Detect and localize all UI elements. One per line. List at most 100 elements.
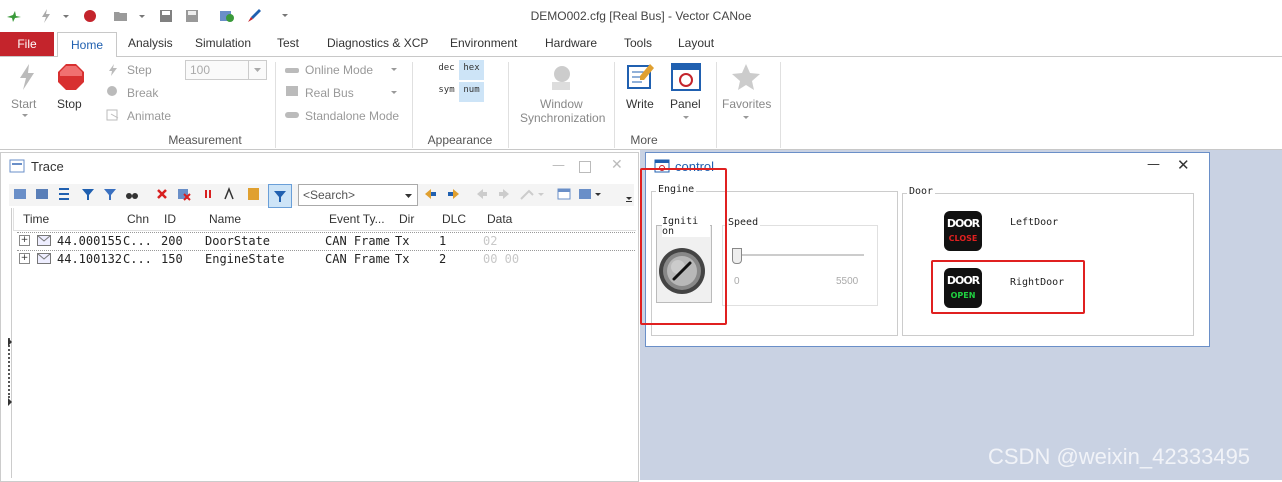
step-icon[interactable] [106,63,120,77]
ignition-highlight-box [640,168,727,325]
write-button[interactable]: Write [626,97,654,111]
timeline-icon[interactable] [57,187,71,201]
group-more-label: More [630,133,658,147]
standalone-mode-icon[interactable] [284,108,300,122]
filter-icon[interactable] [13,187,27,201]
real-bus-icon[interactable] [284,85,300,99]
chevron-down-icon[interactable] [742,115,750,121]
arrow-left-icon[interactable] [475,187,489,201]
col-header-event-type[interactable]: Event Ty... [329,212,385,226]
toolbar-overflow-icon[interactable] [625,195,633,203]
chevron-down-icon[interactable] [21,113,29,119]
cell-event-type: CAN Frame [325,252,391,266]
dec-toggle[interactable]: dec [434,60,459,80]
panel-icon[interactable] [670,62,702,92]
stop-octagon-icon[interactable] [56,62,86,92]
window-sync-label-2[interactable]: Synchronization [520,111,605,125]
tab-file[interactable]: File [0,32,54,56]
real-bus-button[interactable]: Real Bus [305,86,354,100]
binoculars-icon[interactable] [125,187,139,201]
title-bar: DEMO002.cfg [Real Bus] - Vector CANoe [0,0,1282,32]
chevron-down-icon[interactable] [390,67,398,73]
arrow-right-icon[interactable] [497,187,511,201]
message-icon [37,235,51,246]
start-lightning-icon[interactable] [14,62,40,92]
step-button[interactable]: Step [127,63,152,77]
start-button[interactable]: Start [11,97,36,111]
funnel-icon[interactable] [81,187,95,201]
trace-search-combo[interactable]: <Search> [298,184,418,206]
break-button[interactable]: Break [127,86,158,100]
tab-layout[interactable]: Layout [678,36,714,50]
maximize-button[interactable] [579,161,591,173]
speed-slider-track[interactable] [732,254,864,256]
layout-dropdown-icon[interactable] [578,187,602,201]
window-sync-label-1[interactable]: Window [540,97,583,111]
col-header-chn[interactable]: Chn [127,212,149,226]
funnel-edit-icon[interactable] [103,187,117,201]
pause-icon[interactable] [201,187,215,201]
chevron-right-icon[interactable] [8,398,13,406]
favorites-button[interactable]: Favorites [722,97,771,111]
cell-id: 200 [161,234,183,248]
break-icon[interactable] [106,85,120,99]
find-previous-icon[interactable] [423,187,437,201]
tab-home[interactable]: Home [57,32,117,58]
tab-test[interactable]: Test [277,36,299,50]
time-axis-icon[interactable] [223,187,237,201]
tab-tools[interactable]: Tools [624,36,652,50]
animate-icon[interactable] [106,108,120,122]
animate-button[interactable]: Animate [127,109,171,123]
write-icon[interactable] [626,62,656,92]
cell-time: 44.100132 [57,252,123,266]
delete-icon[interactable] [155,187,169,201]
minimize-button[interactable]: — [1147,157,1160,172]
tab-analysis[interactable]: Analysis [128,36,173,50]
tab-diagnostics-xcp[interactable]: Diagnostics & XCP [327,36,428,50]
group-appearance-label: Appearance [427,133,493,147]
tab-simulation[interactable]: Simulation [195,36,251,50]
window-icon[interactable] [557,187,571,201]
hex-toggle[interactable]: hex [459,60,484,80]
trace-header-row [13,208,636,231]
online-mode-icon[interactable] [284,63,300,77]
chevron-down-icon[interactable] [390,90,398,96]
close-button[interactable]: ✕ [611,157,623,173]
col-header-data[interactable]: Data [487,212,512,226]
speed-slider-thumb[interactable] [732,248,742,264]
col-header-dir[interactable]: Dir [399,212,414,226]
col-header-id[interactable]: ID [164,212,176,226]
favorites-star-icon[interactable] [730,62,762,92]
num-toggle[interactable]: num [459,82,484,102]
animation-speed-combo[interactable]: 100 [185,60,267,80]
export-icon[interactable] [247,187,261,201]
chevron-down-icon[interactable] [682,115,690,121]
delete-filter-icon[interactable] [177,187,191,201]
chevron-right-icon[interactable] [8,338,13,346]
col-header-time[interactable]: Time [23,212,49,226]
chevron-down-icon[interactable] [404,193,413,199]
window-sync-icon[interactable] [546,62,578,92]
columns-icon[interactable] [35,187,49,201]
left-door-indicator[interactable]: DOOR CLOSE [944,211,982,251]
sym-toggle[interactable]: sym [434,82,459,102]
highlight-toggle[interactable] [268,184,292,208]
tab-hardware[interactable]: Hardware [545,36,597,50]
close-button[interactable]: ✕ [1177,156,1190,174]
ribbon-separator [508,62,509,148]
group-measurement-label: Measurement [168,133,242,147]
tab-environment[interactable]: Environment [450,36,517,50]
watermark: CSDN @weixin_42333495 [988,444,1251,469]
col-header-dlc[interactable]: DLC [442,212,466,226]
marker-dropdown-icon[interactable] [519,187,545,201]
online-mode-button[interactable]: Online Mode [305,63,373,77]
ribbon-separator [780,62,781,148]
stop-button[interactable]: Stop [57,97,82,111]
col-header-name[interactable]: Name [209,212,241,226]
find-next-icon[interactable] [447,187,461,201]
minimize-button[interactable]: — [552,158,565,173]
standalone-mode-button[interactable]: Standalone Mode [305,109,399,123]
expand-toggle[interactable]: + [19,235,30,246]
panel-button[interactable]: Panel [670,97,701,111]
combo-dropdown[interactable] [248,61,266,79]
